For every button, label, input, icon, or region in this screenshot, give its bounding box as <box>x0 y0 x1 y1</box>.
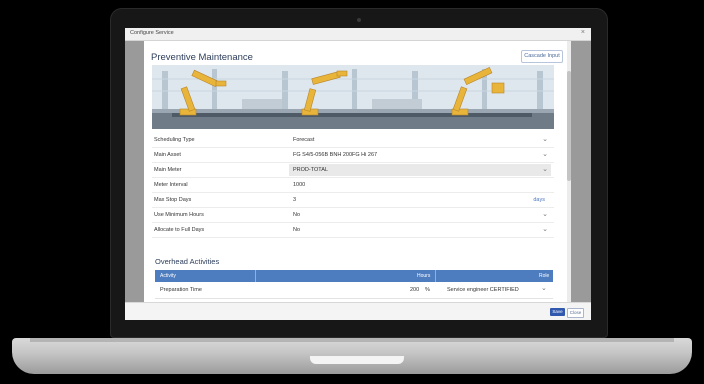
hours-cell[interactable]: 200 <box>410 287 419 293</box>
form-row-main-asset: Main Asset FG S4/5-056B BNH 200FG Hi 267… <box>152 148 554 163</box>
configure-service-dialog: Preventive Maintenance Cascade Input Sch… <box>144 41 571 320</box>
laptop-notch <box>310 356 404 364</box>
scheduling-type-select[interactable]: Forecast ⌄ <box>289 134 551 146</box>
chevron-down-icon: ⌄ <box>542 151 548 158</box>
page-title: Preventive Maintenance <box>151 52 253 63</box>
field-label: Allocate to Full Days <box>154 227 205 233</box>
save-button[interactable]: Save <box>550 308 565 316</box>
use-minimum-hours-select[interactable]: No ⌄ <box>289 209 551 221</box>
form-row-allocate-full-days: Allocate to Full Days No ⌄ <box>152 223 554 238</box>
field-label: Max Stop Days <box>154 197 192 203</box>
banner-image <box>152 65 554 129</box>
form-row-main-meter: Main Meter PROD-TOTAL ⌄ <box>152 163 554 178</box>
field-value: Forecast <box>293 137 315 143</box>
chevron-down-icon: ⌄ <box>542 226 548 233</box>
field-value: 3 <box>293 197 297 203</box>
dialog-footer: Save Close <box>125 302 591 320</box>
meter-interval-input[interactable]: 1000 <box>289 179 551 191</box>
max-stop-days-input[interactable]: 3 days <box>289 194 551 206</box>
column-header-hours[interactable]: Hours <box>417 273 430 279</box>
field-label: Use Minimum Hours <box>154 212 204 218</box>
form-row-use-minimum-hours: Use Minimum Hours No ⌄ <box>152 208 554 223</box>
field-label: Scheduling Type <box>154 137 195 143</box>
chevron-down-icon: ⌄ <box>542 211 548 218</box>
window-titlebar: Configure Service × <box>125 28 591 41</box>
unit-label: days <box>533 197 545 203</box>
field-label: Main Asset <box>154 152 181 158</box>
column-header-activity[interactable]: Activity <box>160 273 176 279</box>
field-value: No <box>293 227 301 233</box>
table-header: Activity Hours Role <box>155 270 553 282</box>
column-header-role[interactable]: Role <box>539 273 549 279</box>
laptop-lid: Configure Service × Preventive Maintenan… <box>110 8 608 338</box>
field-value: FG S4/5-056B BNH 200FG Hi 267 <box>293 152 378 158</box>
role-cell[interactable]: Service engineer CERTIFIED <box>447 287 519 293</box>
close-button[interactable]: Close <box>567 308 584 318</box>
field-value: No <box>293 212 301 218</box>
chevron-down-icon: ⌄ <box>542 166 548 173</box>
form-row-meter-interval: Meter Interval 1000 <box>152 178 554 193</box>
field-label: Meter Interval <box>154 182 188 188</box>
scrollbar-track[interactable] <box>567 41 571 320</box>
form-row-scheduling-type: Scheduling Type Forecast ⌄ <box>152 133 554 148</box>
close-icon[interactable]: × <box>581 29 585 36</box>
chevron-down-icon[interactable]: ⌄ <box>541 284 547 292</box>
cascade-input-button[interactable]: Cascade Input <box>521 50 563 63</box>
section-title: Overhead Activities <box>155 257 220 266</box>
main-asset-select[interactable]: FG S4/5-056B BNH 200FG Hi 267 ⌄ <box>289 149 551 161</box>
main-meter-select[interactable]: PROD-TOTAL ⌄ <box>289 164 551 176</box>
screen: Configure Service × Preventive Maintenan… <box>125 28 591 320</box>
table-row[interactable]: Preparation Time 200 % Service engineer … <box>155 283 553 299</box>
robot-factory-illustration <box>152 65 554 129</box>
chevron-down-icon: ⌄ <box>542 136 548 143</box>
laptop-hinge <box>30 338 674 342</box>
scrollbar-thumb[interactable] <box>567 71 571 181</box>
field-value: 1000 <box>293 182 306 188</box>
field-value: PROD-TOTAL <box>293 167 328 173</box>
allocate-full-days-select[interactable]: No ⌄ <box>289 224 551 236</box>
camera-icon <box>357 18 361 22</box>
window-title: Configure Service <box>130 30 174 36</box>
activity-cell: Preparation Time <box>160 287 202 293</box>
hours-unit: % <box>425 287 430 293</box>
form-row-max-stop-days: Max Stop Days 3 days <box>152 193 554 208</box>
field-label: Main Meter <box>154 167 182 173</box>
